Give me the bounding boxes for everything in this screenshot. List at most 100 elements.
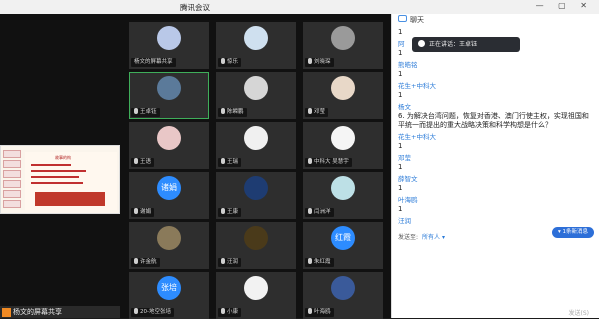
microphone-icon: [221, 58, 225, 64]
participant-avatar: [331, 126, 355, 150]
chat-message: 花生+中科大 1: [398, 133, 594, 151]
chat-message: 薛智文 1: [398, 175, 594, 193]
microphone-icon: [221, 108, 225, 114]
chat-text: 1: [398, 184, 403, 192]
participant-name: 惊乐: [218, 58, 242, 67]
screen-share-preview[interactable]: 故事的构: [0, 145, 120, 214]
participant-name: 中科大 吴慧宇: [305, 158, 352, 167]
participant-tile[interactable]: 陈瞬鹏: [216, 72, 296, 119]
chat-text: 1: [398, 70, 403, 78]
chat-icon: [398, 15, 407, 22]
participant-name: 朱红霞: [305, 258, 334, 267]
participant-name: 王语: [131, 158, 155, 167]
chat-message: 杨文 6. 为解决台湾问题，恢复对香港、澳门行使主权，实现祖国和平统一而提出的重大…: [398, 103, 594, 130]
participant-name: 刘晓琛: [305, 58, 334, 67]
chat-text: 1: [398, 205, 403, 213]
new-message-button[interactable]: ▾ 1条新消息: [551, 227, 594, 238]
microphone-icon: [134, 308, 138, 314]
chat-sender: 薛智文: [398, 175, 418, 183]
participant-avatar: [157, 126, 181, 150]
participant-tile[interactable]: 红霞朱红霞: [303, 222, 383, 269]
participant-avatar: [244, 226, 268, 250]
microphone-icon: [308, 58, 312, 64]
participant-avatar: [331, 26, 355, 50]
chat-message: 熊皓铭 1: [398, 61, 594, 79]
participant-avatar: 张培: [157, 276, 181, 300]
microphone-icon: [308, 108, 312, 114]
send-to-selector[interactable]: 发送至: 所有人 ▾: [398, 232, 445, 241]
title-bar: 腾讯会议 — ▢ ✕: [0, 0, 599, 15]
microphone-icon: [221, 308, 225, 314]
participant-avatar: [244, 26, 268, 50]
participant-avatar: 诸娟: [157, 176, 181, 200]
participant-avatar: [244, 126, 268, 150]
participant-tile[interactable]: 王语: [129, 122, 209, 169]
participant-avatar: [244, 176, 268, 200]
speaker-avatar: [418, 40, 425, 47]
participant-tile[interactable]: 汪润: [216, 222, 296, 269]
chat-message: 1: [398, 28, 594, 37]
window-controls[interactable]: — ▢ ✕: [536, 1, 593, 10]
chat-sender: 叶海鸥: [398, 196, 418, 204]
participant-name: 陈瞬鹏: [218, 108, 247, 117]
chat-message: 叶海鸥 1: [398, 196, 594, 214]
share-icon: [2, 307, 11, 317]
participant-name: 小康: [218, 308, 242, 317]
microphone-icon: [221, 258, 225, 264]
microphone-icon: [134, 158, 138, 164]
slide-thumbnails: [3, 150, 21, 210]
chat-panel: 聊天 1 阿 1 熊皓铭 1 花生+中科大 1 杨文 6. 为解决台湾问题，恢复对香港、澳门行使…: [391, 14, 599, 318]
participant-tile[interactable]: 王康: [216, 172, 296, 219]
chat-header: 聊天: [392, 14, 599, 26]
slide-text-line: [31, 182, 83, 184]
participant-name: 叶海鸥: [305, 308, 334, 317]
participant-tile[interactable]: 惊乐: [216, 22, 296, 69]
chat-message-list[interactable]: 1 阿 1 熊皓铭 1 花生+中科大 1 杨文 6. 为解决台湾问题，恢复对香港、澳门行使主权，…: [398, 28, 594, 238]
participant-tile[interactable]: 闫洲洋: [303, 172, 383, 219]
chat-sender: 邓莹: [398, 154, 411, 162]
microphone-icon: [308, 208, 312, 214]
participant-tile[interactable]: 杨文的屏幕共享: [129, 22, 209, 69]
participant-tile[interactable]: 中科大 吴慧宇: [303, 122, 383, 169]
participant-avatar: [331, 176, 355, 200]
chat-sender: 熊皓铭: [398, 61, 418, 69]
participant-tile[interactable]: 王瑞: [216, 122, 296, 169]
send-button[interactable]: 发送(S): [569, 308, 590, 317]
slide-canvas: 故事的构: [25, 152, 117, 210]
participant-avatar: [244, 276, 268, 300]
chat-text: 1: [398, 142, 403, 150]
chat-text: 6. 为解决台湾问题，恢复对香港、澳门行使主权，实现祖国和平统一而提出的重大战略…: [398, 112, 589, 129]
chat-text: 1: [398, 28, 403, 36]
participant-name: 20-地空张培: [131, 308, 174, 317]
microphone-icon: [221, 208, 225, 214]
participant-tile[interactable]: 叶海鸥: [303, 272, 383, 319]
slide-text-line: [31, 170, 86, 172]
participant-tile[interactable]: 小康: [216, 272, 296, 319]
chat-message: 邓莹 1: [398, 154, 594, 172]
participant-tile[interactable]: 刘晓琛: [303, 22, 383, 69]
window-title: 腾讯会议: [180, 3, 210, 12]
participant-avatar: [157, 26, 181, 50]
chat-text: 1: [398, 163, 403, 171]
participant-avatar: 红霞: [331, 226, 355, 250]
chat-sender: 杨文: [398, 103, 411, 111]
participant-name: 许金航: [131, 258, 160, 267]
participant-name: 杨文的屏幕共享: [131, 58, 176, 67]
chat-message: 花生+中科大 1: [398, 82, 594, 100]
participant-tile[interactable]: 王卓钰: [129, 72, 209, 119]
presenter-label: 杨文的屏幕共享: [0, 306, 120, 318]
participant-tile[interactable]: 诸娟 谢娟: [129, 172, 209, 219]
participant-tile[interactable]: 邓莹: [303, 72, 383, 119]
participant-name: 王康: [218, 208, 242, 217]
participant-tile[interactable]: 许金航: [129, 222, 209, 269]
participant-tile[interactable]: 张培 20-地空张培: [129, 272, 209, 319]
chat-sender: 汪润: [398, 217, 411, 225]
chat-text: 1: [398, 91, 403, 99]
participant-name: 汪润: [218, 258, 242, 267]
microphone-icon: [134, 208, 138, 214]
chat-message: 汪润: [398, 217, 594, 226]
microphone-icon: [308, 308, 312, 314]
chat-sender: 花生+中科大: [398, 82, 436, 90]
participant-avatar: [157, 226, 181, 250]
participant-avatar: [244, 76, 268, 100]
